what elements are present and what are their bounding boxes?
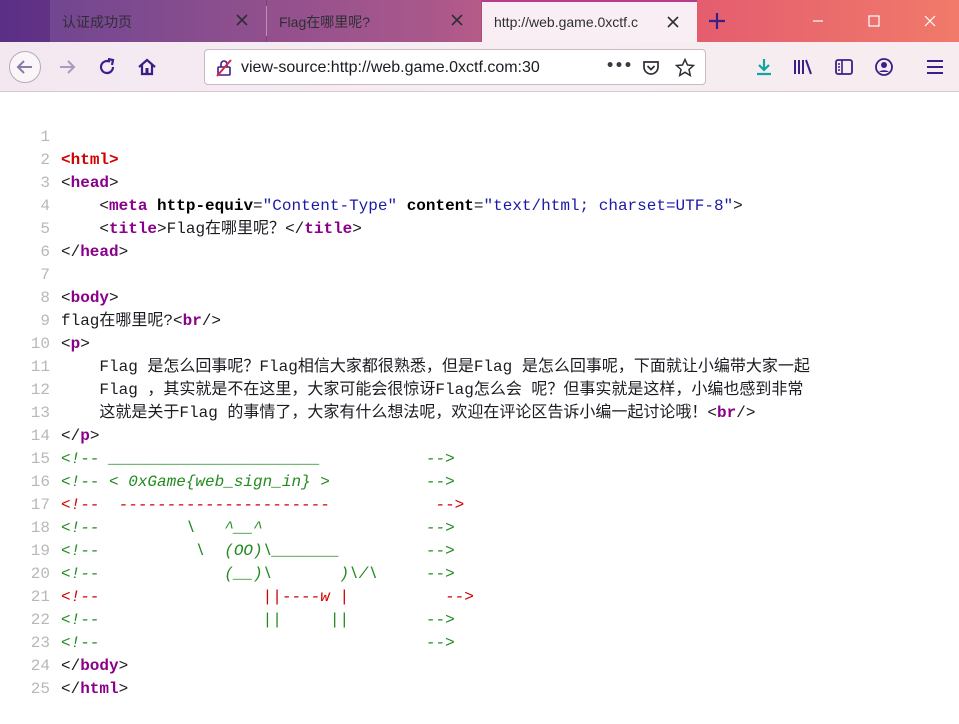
tab-strip-spacer [0,0,50,42]
close-icon[interactable] [232,10,252,30]
maximize-icon [868,15,880,27]
tab-auth-success[interactable]: 认证成功页 [50,0,266,42]
line-number: 25 [30,680,50,698]
account-icon [875,58,893,76]
source-line: 17 <!-- \ ^__^ --> [0,471,959,537]
maximize-button[interactable] [861,8,887,34]
bookmark-star-icon[interactable] [675,58,695,78]
source-line: 11 Flag ，其实就是不在这里，大家可能会很惊讶Flag怎么会 呢？但事实就… [0,333,959,399]
source-line: 19 <!-- (__)\ )\/\ --> [0,517,959,583]
source-line: 23 </body> [0,609,959,675]
download-icon [757,59,771,76]
source-line: 2 <head> [0,126,959,192]
navigation-toolbar: view-source:http://web.game.0xctf.com:30… [0,42,959,92]
tab-label: 认证成功页 [62,14,132,30]
hamburger-menu-icon [927,60,943,74]
close-icon[interactable] [447,10,467,30]
home-icon [138,58,156,76]
source-line: 20 <!-- ||----w | --> [0,540,959,606]
downloads-button[interactable] [751,54,777,80]
back-button[interactable] [9,51,41,83]
sidebar-button[interactable] [831,54,857,80]
home-button[interactable] [131,51,163,83]
view-source-content: 1 <html> 2 <head> 3 <meta http-equiv="Co… [0,93,959,724]
source-line: 18 <!-- \ (OO)\_______ --> [0,494,959,560]
source-line: 4 <title>Flag在哪里呢？</title> [0,172,959,238]
source-line: 15 <!-- < 0xGame{web_sign_in} > --> [0,425,959,491]
close-icon[interactable] [663,12,683,32]
arrow-right-icon [60,60,76,74]
source-line: 3 <meta http-equiv="Content-Type" conten… [0,149,959,215]
reload-button[interactable] [91,51,123,83]
close-window-button[interactable] [917,8,943,34]
source-line: 22 <!-- --> [0,586,959,652]
source-line: 6 [0,218,959,261]
minimize-icon [813,20,823,22]
source-line: 5 </head> [0,195,959,261]
close-icon [924,15,936,27]
tab-label: Flag在哪里呢? [279,14,371,30]
page-actions-menu[interactable]: ••• [606,56,633,76]
arrow-left-icon [16,60,32,74]
account-button[interactable] [871,54,897,80]
tab-where-flag[interactable]: Flag在哪里呢? [267,0,481,42]
tab-label: http://web.game.0xctf.c [494,14,638,30]
forward-button[interactable] [51,51,83,83]
library-button[interactable] [790,54,816,80]
source-line: 16 <!-- ---------------------- --> [0,448,959,514]
new-tab-button[interactable] [702,7,732,35]
address-bar[interactable]: view-source:http://web.game.0xctf.com:30… [204,49,706,85]
tab-strip: 认证成功页 Flag在哪里呢? http://web.game.0xctf.c [0,0,959,42]
library-icon [794,59,812,75]
sidebar-icon [835,59,853,75]
url-text[interactable]: view-source:http://web.game.0xctf.com:30 [241,59,603,77]
insecure-connection-icon[interactable] [214,58,234,78]
source-line: 9 <p> [0,287,959,353]
source-line: 7 <body> [0,241,959,307]
source-line: 1 <html> [0,103,959,169]
plus-icon [709,13,725,29]
pocket-icon[interactable] [641,58,661,78]
source-line: 24 </html> [0,632,959,698]
tab-view-source[interactable]: http://web.game.0xctf.c [482,0,697,42]
source-line: 8 flag在哪里呢?<br/> [0,264,959,330]
reload-icon [99,57,115,75]
minimize-button[interactable] [805,8,831,34]
menu-button[interactable] [922,54,948,80]
source-line: 14 <!-- ______________________ --> [0,402,959,468]
source-line: 21 <!-- || || --> [0,563,959,629]
source-line: 25 [0,655,959,698]
source-line: 13 </p> [0,379,959,445]
source-line: 10 Flag 是怎么回事呢？Flag相信大家都很熟悉，但是Flag 是怎么回事… [0,310,959,376]
line-code: </html> [61,680,129,698]
source-line: 12 这就是关于Flag 的事情了，大家有什么想法呢，欢迎在评论区告诉小编一起讨… [0,356,959,422]
